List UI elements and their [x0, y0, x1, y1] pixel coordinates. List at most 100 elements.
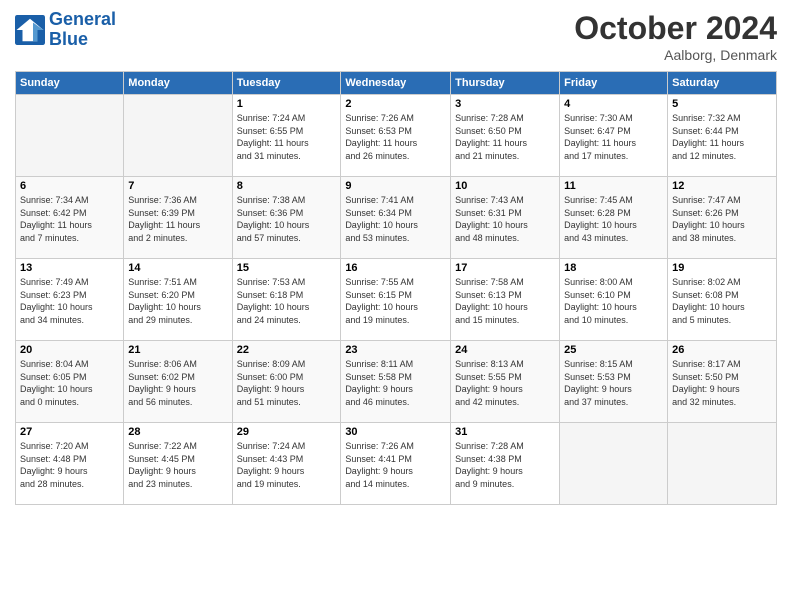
day-cell: 18 Sunrise: 8:00 AMSunset: 6:10 PMDayligh…	[560, 259, 668, 341]
day-cell: 2 Sunrise: 7:26 AMSunset: 6:53 PMDaylight…	[341, 95, 451, 177]
logo-line2: Blue	[49, 29, 88, 49]
day-number: 6	[20, 180, 119, 192]
day-cell: 25 Sunrise: 8:15 AMSunset: 5:53 PMDayligh…	[560, 341, 668, 423]
day-number: 18	[564, 262, 663, 274]
day-detail: Sunrise: 8:15 AMSunset: 5:53 PMDaylight:…	[564, 358, 663, 408]
day-detail: Sunrise: 7:28 AMSunset: 6:50 PMDaylight:…	[455, 112, 555, 162]
day-number: 25	[564, 344, 663, 356]
day-number: 14	[128, 262, 227, 274]
day-cell: 28Sunrise: 7:22 AMSunset: 4:45 PMDayligh…	[124, 423, 232, 505]
day-cell	[124, 95, 232, 177]
day-number: 11	[564, 180, 663, 192]
title-section: October 2024 Aalborg, Denmark	[574, 10, 777, 63]
day-number: 30	[345, 426, 446, 438]
page: General Blue October 2024 Aalborg, Denma…	[0, 0, 792, 612]
day-number: 16	[345, 262, 446, 274]
day-cell: 29 Sunrise: 7:24 AMSunset: 4:43 PMDayligh…	[232, 423, 341, 505]
day-cell: 11 Sunrise: 7:45 AMSunset: 6:28 PMDayligh…	[560, 177, 668, 259]
day-detail: Sunrise: 7:26 AMSunset: 6:53 PMDaylight:…	[345, 112, 446, 162]
day-cell	[560, 423, 668, 505]
day-detail: Sunrise: 8:00 AMSunset: 6:10 PMDaylight:…	[564, 276, 663, 326]
week-row-1: 1 Sunrise: 7:24 AMSunset: 6:55 PMDaylight…	[16, 95, 777, 177]
day-cell: 7 Sunrise: 7:36 AMSunset: 6:39 PMDaylight…	[124, 177, 232, 259]
day-detail: Sunrise: 8:17 AMSunset: 5:50 PMDaylight:…	[672, 358, 772, 408]
day-detail: Sunrise: 7:47 AMSunset: 6:26 PMDaylight:…	[672, 194, 772, 244]
day-cell: 23Sunrise: 8:11 AMSunset: 5:58 PMDayligh…	[341, 341, 451, 423]
day-detail: Sunrise: 7:36 AMSunset: 6:39 PMDaylight:…	[128, 194, 227, 244]
day-detail: Sunrise: 7:28 AMSunset: 4:38 PMDaylight:…	[455, 440, 555, 490]
logo-icon	[15, 15, 45, 45]
day-cell: 14 Sunrise: 7:51 AMSunset: 6:20 PMDayligh…	[124, 259, 232, 341]
day-detail: Sunrise: 7:24 AMSunset: 4:43 PMDaylight:…	[237, 440, 337, 490]
day-cell: 20 Sunrise: 8:04 AMSunset: 6:05 PMDayligh…	[16, 341, 124, 423]
day-number: 7	[128, 180, 227, 192]
calendar-body: 1 Sunrise: 7:24 AMSunset: 6:55 PMDaylight…	[16, 95, 777, 505]
day-number: 2	[345, 98, 446, 110]
day-number: 12	[672, 180, 772, 192]
weekday-header-tuesday: Tuesday	[232, 72, 341, 95]
logo-line1: General	[49, 9, 116, 29]
day-number: 26	[672, 344, 772, 356]
day-cell: 15 Sunrise: 7:53 AMSunset: 6:18 PMDayligh…	[232, 259, 341, 341]
day-detail: Sunrise: 8:04 AMSunset: 6:05 PMDaylight:…	[20, 358, 119, 408]
day-number: 1	[237, 98, 337, 110]
day-detail: Sunrise: 7:51 AMSunset: 6:20 PMDaylight:…	[128, 276, 227, 326]
day-detail: Sunrise: 7:22 AMSunset: 4:45 PMDaylight:…	[128, 440, 227, 490]
day-cell: 10Sunrise: 7:43 AMSunset: 6:31 PMDayligh…	[451, 177, 560, 259]
day-detail: Sunrise: 7:24 AMSunset: 6:55 PMDaylight:…	[237, 112, 337, 162]
calendar-table: SundayMondayTuesdayWednesdayThursdayFrid…	[15, 71, 777, 505]
day-detail: Sunrise: 7:20 AMSunset: 4:48 PMDaylight:…	[20, 440, 119, 490]
day-cell: 27 Sunrise: 7:20 AMSunset: 4:48 PMDayligh…	[16, 423, 124, 505]
day-detail: Sunrise: 7:41 AMSunset: 6:34 PMDaylight:…	[345, 194, 446, 244]
day-cell: 31Sunrise: 7:28 AMSunset: 4:38 PMDayligh…	[451, 423, 560, 505]
day-detail: Sunrise: 8:13 AMSunset: 5:55 PMDaylight:…	[455, 358, 555, 408]
day-detail: Sunrise: 7:30 AMSunset: 6:47 PMDaylight:…	[564, 112, 663, 162]
day-number: 5	[672, 98, 772, 110]
day-detail: Sunrise: 8:09 AMSunset: 6:00 PMDaylight:…	[237, 358, 337, 408]
day-number: 13	[20, 262, 119, 274]
day-number: 29	[237, 426, 337, 438]
day-cell: 19 Sunrise: 8:02 AMSunset: 6:08 PMDayligh…	[668, 259, 777, 341]
day-number: 9	[345, 180, 446, 192]
day-number: 27	[20, 426, 119, 438]
day-number: 17	[455, 262, 555, 274]
location: Aalborg, Denmark	[574, 47, 777, 63]
day-detail: Sunrise: 7:55 AMSunset: 6:15 PMDaylight:…	[345, 276, 446, 326]
day-number: 15	[237, 262, 337, 274]
week-row-5: 27 Sunrise: 7:20 AMSunset: 4:48 PMDayligh…	[16, 423, 777, 505]
day-detail: Sunrise: 8:02 AMSunset: 6:08 PMDaylight:…	[672, 276, 772, 326]
header: General Blue October 2024 Aalborg, Denma…	[15, 10, 777, 63]
day-cell: 16 Sunrise: 7:55 AMSunset: 6:15 PMDayligh…	[341, 259, 451, 341]
day-number: 4	[564, 98, 663, 110]
day-detail: Sunrise: 7:34 AMSunset: 6:42 PMDaylight:…	[20, 194, 119, 244]
logo: General Blue	[15, 10, 116, 50]
weekday-header-wednesday: Wednesday	[341, 72, 451, 95]
day-cell	[668, 423, 777, 505]
day-cell	[16, 95, 124, 177]
day-detail: Sunrise: 7:45 AMSunset: 6:28 PMDaylight:…	[564, 194, 663, 244]
day-number: 20	[20, 344, 119, 356]
day-cell: 8Sunrise: 7:38 AMSunset: 6:36 PMDaylight…	[232, 177, 341, 259]
day-cell: 26 Sunrise: 8:17 AMSunset: 5:50 PMDayligh…	[668, 341, 777, 423]
logo-text: General Blue	[49, 10, 116, 50]
month-title: October 2024	[574, 10, 777, 47]
day-number: 22	[237, 344, 337, 356]
day-cell: 12 Sunrise: 7:47 AMSunset: 6:26 PMDayligh…	[668, 177, 777, 259]
day-cell: 17Sunrise: 7:58 AMSunset: 6:13 PMDayligh…	[451, 259, 560, 341]
day-detail: Sunrise: 7:32 AMSunset: 6:44 PMDaylight:…	[672, 112, 772, 162]
day-number: 23	[345, 344, 446, 356]
day-detail: Sunrise: 7:26 AMSunset: 4:41 PMDaylight:…	[345, 440, 446, 490]
calendar-header: SundayMondayTuesdayWednesdayThursdayFrid…	[16, 72, 777, 95]
day-detail: Sunrise: 8:06 AMSunset: 6:02 PMDaylight:…	[128, 358, 227, 408]
week-row-2: 6 Sunrise: 7:34 AMSunset: 6:42 PMDaylight…	[16, 177, 777, 259]
day-number: 8	[237, 180, 337, 192]
week-row-4: 20 Sunrise: 8:04 AMSunset: 6:05 PMDayligh…	[16, 341, 777, 423]
day-cell: 13 Sunrise: 7:49 AMSunset: 6:23 PMDayligh…	[16, 259, 124, 341]
day-cell: 21Sunrise: 8:06 AMSunset: 6:02 PMDayligh…	[124, 341, 232, 423]
day-number: 24	[455, 344, 555, 356]
day-cell: 30 Sunrise: 7:26 AMSunset: 4:41 PMDayligh…	[341, 423, 451, 505]
day-number: 19	[672, 262, 772, 274]
day-detail: Sunrise: 7:53 AMSunset: 6:18 PMDaylight:…	[237, 276, 337, 326]
day-detail: Sunrise: 7:49 AMSunset: 6:23 PMDaylight:…	[20, 276, 119, 326]
weekday-header-monday: Monday	[124, 72, 232, 95]
